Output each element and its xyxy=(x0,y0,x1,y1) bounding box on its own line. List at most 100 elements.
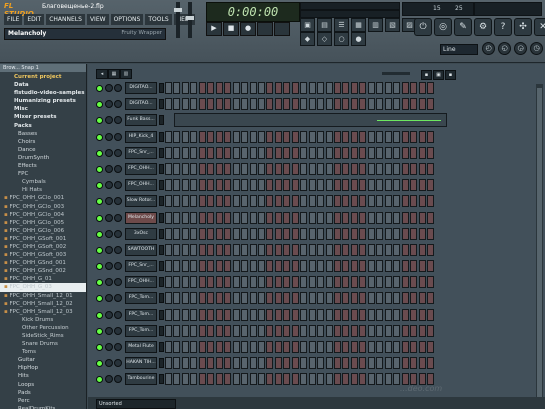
step-button[interactable] xyxy=(350,308,358,321)
step-button[interactable] xyxy=(291,357,299,370)
channel-pan-knob[interactable] xyxy=(105,375,113,384)
step-button[interactable] xyxy=(190,98,198,111)
step-button[interactable] xyxy=(418,243,426,256)
step-button[interactable] xyxy=(165,227,172,240)
step-button[interactable] xyxy=(241,227,249,240)
step-button[interactable] xyxy=(283,227,291,240)
step-button[interactable] xyxy=(190,243,198,256)
channel-name-button[interactable]: FPC_OHH... xyxy=(125,276,157,289)
channel-name-button[interactable]: Tambourine xyxy=(125,373,157,386)
step-button[interactable] xyxy=(308,276,316,289)
step-button[interactable] xyxy=(376,82,384,94)
channel-select-indicator[interactable] xyxy=(159,261,164,272)
step-button[interactable] xyxy=(334,146,341,159)
step-button[interactable] xyxy=(165,260,172,273)
step-button[interactable] xyxy=(283,373,291,386)
step-button[interactable] xyxy=(165,130,172,143)
step-button[interactable] xyxy=(274,373,282,386)
step-button[interactable] xyxy=(418,308,426,321)
step-button[interactable] xyxy=(283,211,291,224)
step-button[interactable] xyxy=(224,195,232,208)
channel-volume-knob[interactable] xyxy=(114,229,122,238)
step-button[interactable] xyxy=(232,227,240,240)
tools-knob-icon[interactable]: ◶ xyxy=(514,42,527,55)
step-button[interactable] xyxy=(283,179,291,192)
step-button[interactable] xyxy=(418,82,426,94)
step-button[interactable] xyxy=(207,357,215,370)
step-button[interactable] xyxy=(334,179,341,192)
step-button[interactable] xyxy=(300,195,308,208)
channel-mute-led[interactable] xyxy=(96,133,103,141)
step-button[interactable] xyxy=(232,292,240,305)
step-button[interactable] xyxy=(198,276,206,289)
step-button[interactable] xyxy=(249,243,257,256)
step-button[interactable] xyxy=(325,260,333,273)
step-button[interactable] xyxy=(393,195,401,208)
step-button[interactable] xyxy=(376,211,384,224)
step-button[interactable] xyxy=(241,243,249,256)
step-button[interactable] xyxy=(215,373,223,386)
step-button[interactable] xyxy=(291,146,299,159)
step-button[interactable] xyxy=(190,373,198,386)
step-button[interactable] xyxy=(426,341,434,353)
step-button[interactable] xyxy=(274,260,282,273)
step-button[interactable] xyxy=(342,211,350,224)
step-button[interactable] xyxy=(376,243,384,256)
step-button[interactable] xyxy=(215,162,223,175)
step-button[interactable] xyxy=(393,260,401,273)
step-button[interactable] xyxy=(266,82,274,94)
step-button[interactable] xyxy=(376,324,384,337)
step-button[interactable] xyxy=(350,243,358,256)
step-button[interactable] xyxy=(393,324,401,337)
channel-pan-knob[interactable] xyxy=(105,229,113,238)
step-button[interactable] xyxy=(384,276,392,289)
step-button[interactable] xyxy=(266,341,274,353)
step-button[interactable] xyxy=(257,227,265,240)
step-button[interactable] xyxy=(181,130,189,143)
channel-pan-knob[interactable] xyxy=(105,213,113,222)
step-button[interactable] xyxy=(393,82,401,94)
step-button[interactable] xyxy=(283,130,291,143)
step-button[interactable] xyxy=(198,130,206,143)
step-button[interactable] xyxy=(350,373,358,386)
menu-options[interactable]: OPTIONS xyxy=(110,14,144,25)
step-button[interactable] xyxy=(376,308,384,321)
step-button[interactable] xyxy=(198,162,206,175)
step-button[interactable] xyxy=(249,211,257,224)
channel-volume-knob[interactable] xyxy=(114,245,122,254)
step-button[interactable] xyxy=(190,308,198,321)
step-button[interactable] xyxy=(249,146,257,159)
step-button[interactable] xyxy=(241,98,249,111)
step-button[interactable] xyxy=(317,341,325,353)
step-button[interactable] xyxy=(410,82,418,94)
step-button[interactable] xyxy=(334,357,341,370)
channel-pan-knob[interactable] xyxy=(105,197,113,206)
step-button[interactable] xyxy=(401,146,409,159)
step-button[interactable] xyxy=(308,146,316,159)
channel-select-indicator[interactable] xyxy=(159,131,164,142)
step-button[interactable] xyxy=(300,211,308,224)
step-button[interactable] xyxy=(207,308,215,321)
step-button[interactable] xyxy=(173,308,181,321)
step-button[interactable] xyxy=(173,211,181,224)
step-button[interactable] xyxy=(274,276,282,289)
step-button[interactable] xyxy=(384,243,392,256)
step-button[interactable] xyxy=(173,146,181,159)
step-button[interactable] xyxy=(376,179,384,192)
step-button[interactable] xyxy=(215,341,223,353)
channel-pan-knob[interactable] xyxy=(105,326,113,335)
channel-select-indicator[interactable] xyxy=(159,244,164,255)
step-button[interactable] xyxy=(401,341,409,353)
channel-volume-knob[interactable] xyxy=(114,326,122,335)
step-button[interactable] xyxy=(249,324,257,337)
channel-volume-knob[interactable] xyxy=(114,278,122,287)
step-button[interactable] xyxy=(249,260,257,273)
step-button[interactable] xyxy=(334,260,341,273)
channel-pan-knob[interactable] xyxy=(105,310,113,319)
step-button[interactable] xyxy=(283,341,291,353)
channel-name-button[interactable]: DIGITAO... xyxy=(125,82,157,94)
step-button[interactable] xyxy=(410,211,418,224)
step-button[interactable] xyxy=(325,308,333,321)
step-button[interactable] xyxy=(173,373,181,386)
step-button[interactable] xyxy=(207,341,215,353)
